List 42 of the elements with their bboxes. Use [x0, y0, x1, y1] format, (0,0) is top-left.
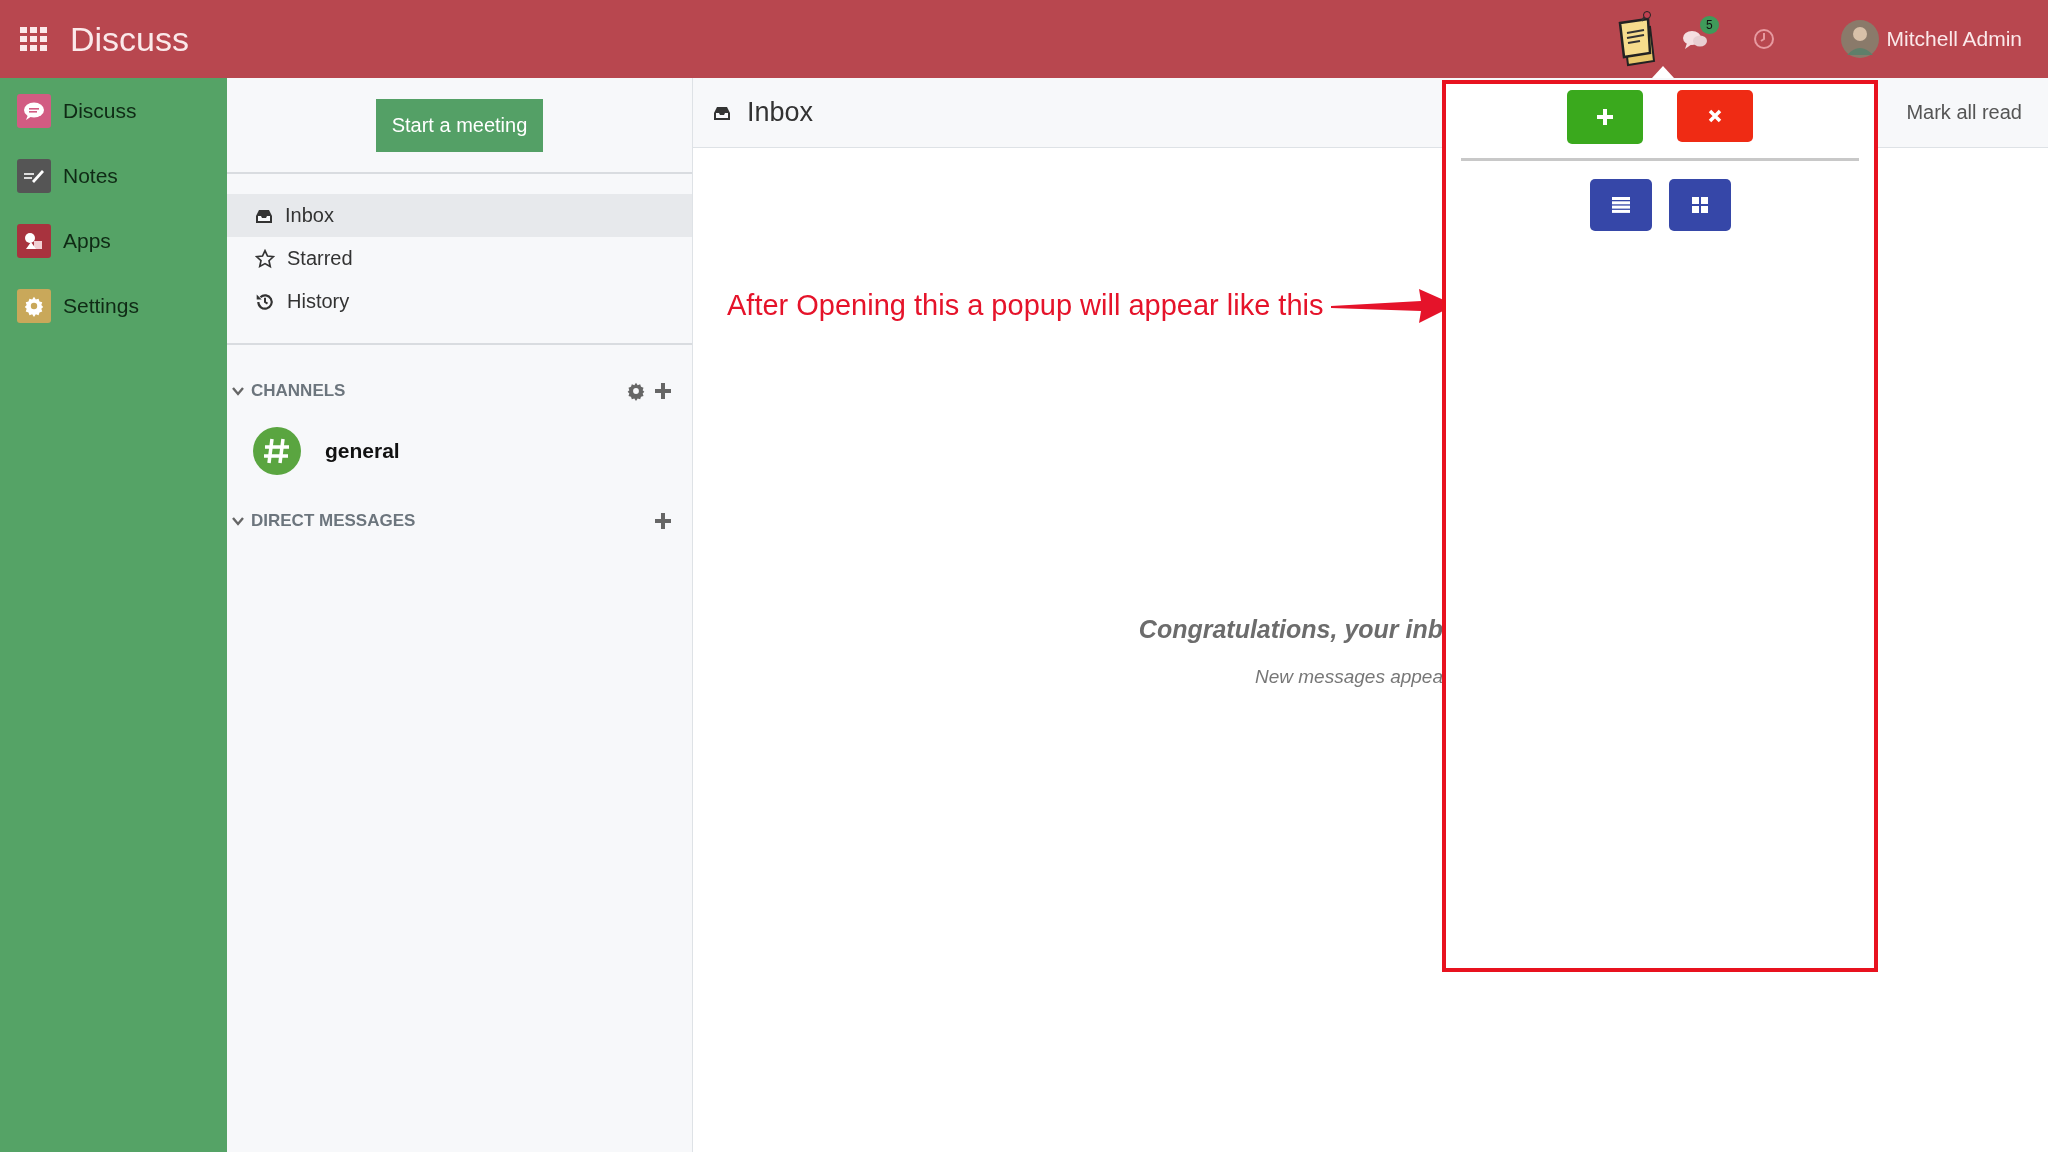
mark-all-read-button[interactable]: Mark all read	[1900, 100, 2028, 125]
app-title: Discuss	[70, 19, 190, 59]
empty-state-subtitle: New messages appea	[1255, 666, 1443, 688]
pencil-icon	[17, 158, 51, 193]
avatar	[1840, 19, 1879, 59]
sidebar-item[interactable]: Notes	[0, 143, 227, 208]
chat-icon	[17, 93, 51, 128]
start-meeting-button[interactable]: Start a meeting	[375, 99, 544, 152]
add-button[interactable]	[654, 382, 672, 400]
message-count-badge: 5	[1699, 16, 1719, 34]
app-menu-button[interactable]	[20, 27, 48, 51]
shapes-icon	[17, 223, 51, 258]
sidebar-item[interactable]: Apps	[0, 208, 227, 273]
hashtag-icon	[253, 427, 301, 475]
inbox-icon	[713, 104, 731, 121]
sidebar-item[interactable]: Settings	[0, 273, 227, 338]
grid-view-button[interactable]	[1668, 179, 1731, 231]
close-icon	[1708, 109, 1722, 123]
mailbox-item[interactable]: Starred	[227, 237, 692, 280]
inbox-title: Inbox	[747, 97, 814, 128]
star-icon	[255, 248, 275, 269]
section-title: DIRECT MESSAGES	[251, 511, 416, 531]
sidebar-item[interactable]: Discuss	[0, 78, 227, 143]
grid-icon	[1691, 197, 1708, 213]
list-view-button[interactable]	[1589, 179, 1652, 231]
annotation-text: After Opening this a popup will appear like this	[727, 288, 1324, 322]
history-icon	[255, 291, 275, 312]
plus-icon	[1597, 109, 1613, 125]
channel-item[interactable]: general	[231, 413, 672, 475]
empty-state-title: Congratulations, your inb	[1138, 615, 1443, 644]
settings-button[interactable]	[626, 381, 646, 401]
inbox-icon	[255, 207, 273, 224]
close-button[interactable]	[1677, 90, 1753, 142]
add-button[interactable]	[1567, 90, 1643, 144]
gear-icon	[17, 288, 51, 323]
mailbox-item[interactable]: History	[227, 280, 692, 323]
user-menu[interactable]: Mitchell Admin	[1834, 18, 2028, 60]
add-button[interactable]	[654, 512, 672, 530]
section-title: CHANNELS	[251, 381, 346, 401]
mailbox-item[interactable]: Inbox	[227, 194, 692, 237]
list-icon	[1611, 197, 1630, 213]
chat-button[interactable]	[1681, 28, 1708, 50]
